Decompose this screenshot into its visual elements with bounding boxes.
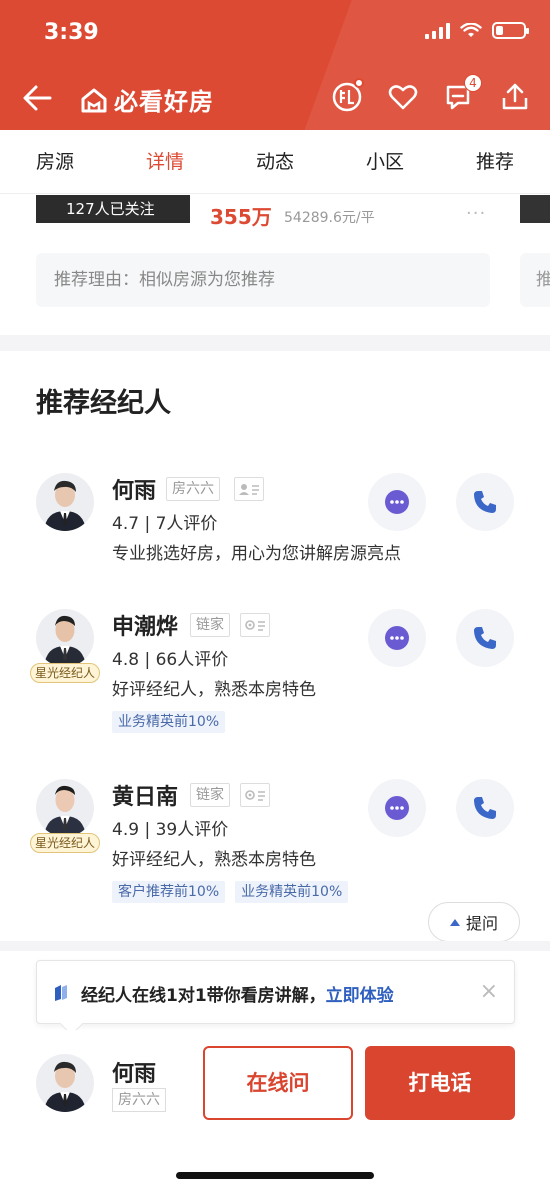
agent-tag: 业务精英前10% bbox=[235, 881, 349, 903]
listing-price: 355万 bbox=[210, 205, 272, 229]
phone-icon bbox=[474, 627, 496, 649]
favorite-button[interactable] bbox=[382, 76, 424, 118]
app-header: 3:39 必看好房 4 bbox=[0, 0, 550, 130]
agent-photo-icon bbox=[44, 615, 86, 667]
signal-icon bbox=[425, 22, 450, 39]
bottom-agent-brand: 房六六 bbox=[112, 1088, 166, 1112]
back-arrow-icon[interactable] bbox=[18, 78, 58, 118]
chat-bubble-icon bbox=[385, 796, 409, 820]
home-indicator[interactable] bbox=[176, 1172, 374, 1179]
heart-icon bbox=[388, 85, 418, 110]
listing-unit-price: 54289.6元/平 bbox=[284, 210, 375, 226]
call-button[interactable] bbox=[456, 609, 514, 667]
agent-rating: 4.9 | 39人评价 bbox=[112, 820, 229, 840]
similar-listing-card[interactable]: 127人已关注 355万 54289.6元/平 ··· 推荐理由：相似房源为您推… bbox=[0, 195, 550, 335]
business-card-icon[interactable] bbox=[240, 613, 270, 637]
call-button[interactable] bbox=[456, 473, 514, 531]
next-recommend-reason: 推 bbox=[520, 253, 550, 307]
more-options-icon[interactable]: ··· bbox=[466, 203, 486, 224]
agent-photo-icon bbox=[44, 1061, 86, 1112]
battery-icon bbox=[492, 22, 529, 39]
bottom-action-bar: 何雨 房六六 在线问 打电话 bbox=[0, 1030, 550, 1191]
recommend-reason: 推荐理由：相似房源为您推荐 bbox=[36, 253, 490, 307]
status-bar: 3:39 bbox=[0, 0, 550, 68]
share-icon bbox=[502, 83, 528, 110]
phone-icon bbox=[474, 491, 496, 513]
recommended-agents-section: 推荐经纪人 何雨 房六六 4.7 | 7人评价 专业挑选好房，用心为您讲解房源亮… bbox=[0, 351, 550, 941]
business-card-icon[interactable] bbox=[234, 477, 264, 501]
star-agent-badge: 星光经纪人 bbox=[30, 833, 100, 853]
compare-badge-dot bbox=[354, 78, 364, 88]
close-icon[interactable]: × bbox=[480, 979, 498, 1004]
house-logo-icon bbox=[81, 88, 107, 112]
agent-name: 申潮烨 bbox=[112, 615, 179, 640]
agent-avatar[interactable] bbox=[36, 779, 94, 837]
agent-brand: 链家 bbox=[190, 613, 230, 637]
agent-name: 黄日南 bbox=[112, 785, 179, 810]
status-icons bbox=[425, 22, 529, 39]
agent-tags: 业务精英前10% bbox=[112, 711, 226, 733]
tab-updates[interactable]: 动态 bbox=[220, 130, 330, 193]
section-divider bbox=[0, 335, 550, 351]
phone-icon bbox=[474, 797, 496, 819]
next-listing-photo bbox=[520, 195, 550, 223]
messages-button[interactable]: 4 bbox=[438, 74, 482, 118]
app-logo-text: 必看好房 bbox=[114, 88, 214, 116]
tab-recommend[interactable]: 推荐 bbox=[440, 130, 550, 193]
agent-rating: 4.7 | 7人评价 bbox=[112, 514, 218, 534]
ask-question-label: 提问 bbox=[465, 914, 498, 933]
chat-button[interactable] bbox=[368, 473, 426, 531]
star-agent-badge: 星光经纪人 bbox=[30, 663, 100, 683]
agent-tag: 业务精英前10% bbox=[112, 711, 226, 733]
agent-item[interactable]: 何雨 房六六 4.7 | 7人评价 专业挑选好房，用心为您讲解房源亮点 bbox=[0, 473, 550, 623]
header-actions: 4 bbox=[326, 74, 536, 118]
agent-rating: 4.8 | 66人评价 bbox=[112, 650, 229, 670]
call-button[interactable] bbox=[456, 779, 514, 837]
agent-brand: 房六六 bbox=[166, 477, 220, 501]
promo-text: 经纪人在线1对1带你看房讲解，立即体验 bbox=[81, 981, 394, 1006]
promo-tip[interactable]: 经纪人在线1对1带你看房讲解，立即体验 × bbox=[36, 960, 515, 1024]
status-time: 3:39 bbox=[44, 20, 99, 45]
agent-tags: 客户推荐前10% 业务精英前10% bbox=[112, 881, 349, 903]
promo-try-link[interactable]: 立即体验 bbox=[326, 986, 394, 1006]
app-logo: 必看好房 bbox=[80, 82, 214, 117]
chat-button[interactable] bbox=[368, 779, 426, 837]
caret-up-icon bbox=[449, 919, 460, 926]
agent-item[interactable]: 星光经纪人 申潮烨 链家 4.8 | 66人评价 好评经纪人，熟悉本房特色 业务… bbox=[0, 609, 550, 759]
agent-avatar[interactable] bbox=[36, 473, 94, 531]
section-tabs: 房源 详情 动态 小区 推荐 bbox=[0, 130, 550, 194]
business-card-icon[interactable] bbox=[240, 783, 270, 807]
brand-flag-icon bbox=[55, 985, 67, 1001]
tab-community[interactable]: 小区 bbox=[330, 130, 440, 193]
agent-description: 好评经纪人，熟悉本房特色 bbox=[112, 680, 316, 700]
message-count-badge: 4 bbox=[464, 74, 482, 92]
section-title: 推荐经纪人 bbox=[36, 388, 171, 419]
nav-bar: 必看好房 4 bbox=[0, 70, 550, 126]
section-divider bbox=[0, 941, 550, 951]
chat-bubble-icon bbox=[385, 490, 409, 514]
chat-button[interactable] bbox=[368, 609, 426, 667]
promo-message: 经纪人在线1对1带你看房讲解， bbox=[81, 986, 326, 1006]
agent-description: 好评经纪人，熟悉本房特色 bbox=[112, 850, 316, 870]
agent-tag: 客户推荐前10% bbox=[112, 881, 226, 903]
chat-bubble-icon bbox=[385, 626, 409, 650]
ask-question-button[interactable]: 提问 bbox=[428, 902, 520, 942]
agent-brand: 链家 bbox=[190, 783, 230, 807]
agent-name: 何雨 bbox=[112, 479, 157, 504]
tab-listing[interactable]: 房源 bbox=[0, 130, 110, 193]
agent-photo-icon bbox=[44, 480, 86, 531]
listing-followers-label: 127人已关注 bbox=[36, 195, 190, 223]
agent-photo-icon bbox=[44, 785, 86, 837]
call-agent-button[interactable]: 打电话 bbox=[365, 1046, 515, 1120]
tab-details[interactable]: 详情 bbox=[110, 130, 220, 193]
bottom-agent-name: 何雨 bbox=[112, 1062, 157, 1087]
share-button[interactable] bbox=[494, 76, 536, 118]
compare-button[interactable] bbox=[326, 76, 368, 118]
agent-description: 专业挑选好房，用心为您讲解房源亮点 bbox=[112, 544, 401, 564]
wifi-icon bbox=[460, 22, 482, 37]
bottom-agent-avatar[interactable] bbox=[36, 1054, 94, 1112]
agent-avatar[interactable] bbox=[36, 609, 94, 667]
online-ask-button[interactable]: 在线问 bbox=[203, 1046, 353, 1120]
